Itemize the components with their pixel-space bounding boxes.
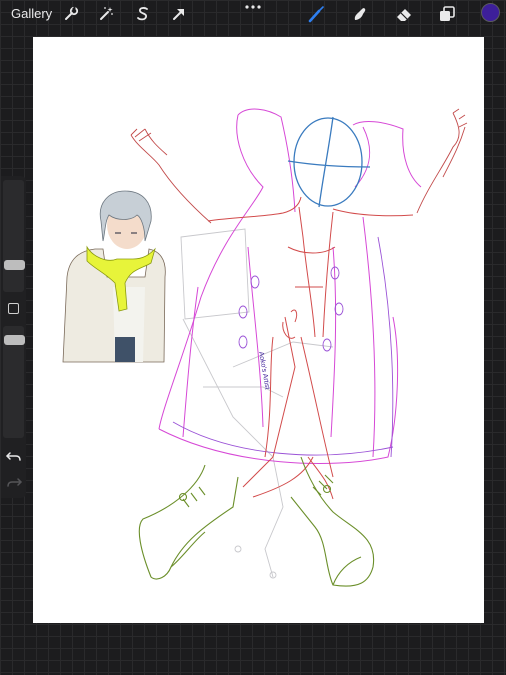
redo-arrow-icon[interactable] [5, 475, 23, 489]
eraser-icon[interactable] [394, 4, 414, 24]
brush-size-handle[interactable] [4, 260, 25, 270]
modify-button[interactable] [8, 303, 19, 314]
cape-inner-lines [172, 236, 394, 458]
selection-s-icon[interactable] [133, 4, 153, 24]
sketch-artwork: Aoko's Artist [62, 108, 468, 587]
brush-size-slider[interactable] [3, 180, 24, 292]
boots [138, 456, 375, 587]
arrow-cursor-icon[interactable] [169, 4, 189, 24]
wrench-icon[interactable] [61, 4, 81, 24]
magic-wand-icon[interactable] [96, 4, 116, 24]
reference-character-image [62, 190, 166, 363]
left-sidebar [1, 176, 26, 498]
undo-arrow-icon[interactable] [5, 449, 23, 463]
grey-sketch-lines [180, 228, 334, 579]
smudge-finger-icon[interactable] [350, 4, 370, 24]
head-guide [287, 116, 371, 208]
arms-hands [130, 108, 468, 224]
gallery-button[interactable]: Gallery [11, 6, 52, 21]
opacity-handle[interactable] [4, 335, 25, 345]
body-lines [207, 196, 414, 500]
more-ellipsis-icon[interactable] [244, 0, 262, 12]
brush-icon[interactable] [306, 4, 326, 24]
drawing-canvas[interactable]: Aoko's Artist [33, 37, 484, 623]
cape-outline [158, 108, 422, 464]
top-toolbar: Gallery [0, 0, 506, 28]
layers-icon[interactable] [437, 4, 457, 24]
color-picker-swatch[interactable] [481, 3, 500, 22]
